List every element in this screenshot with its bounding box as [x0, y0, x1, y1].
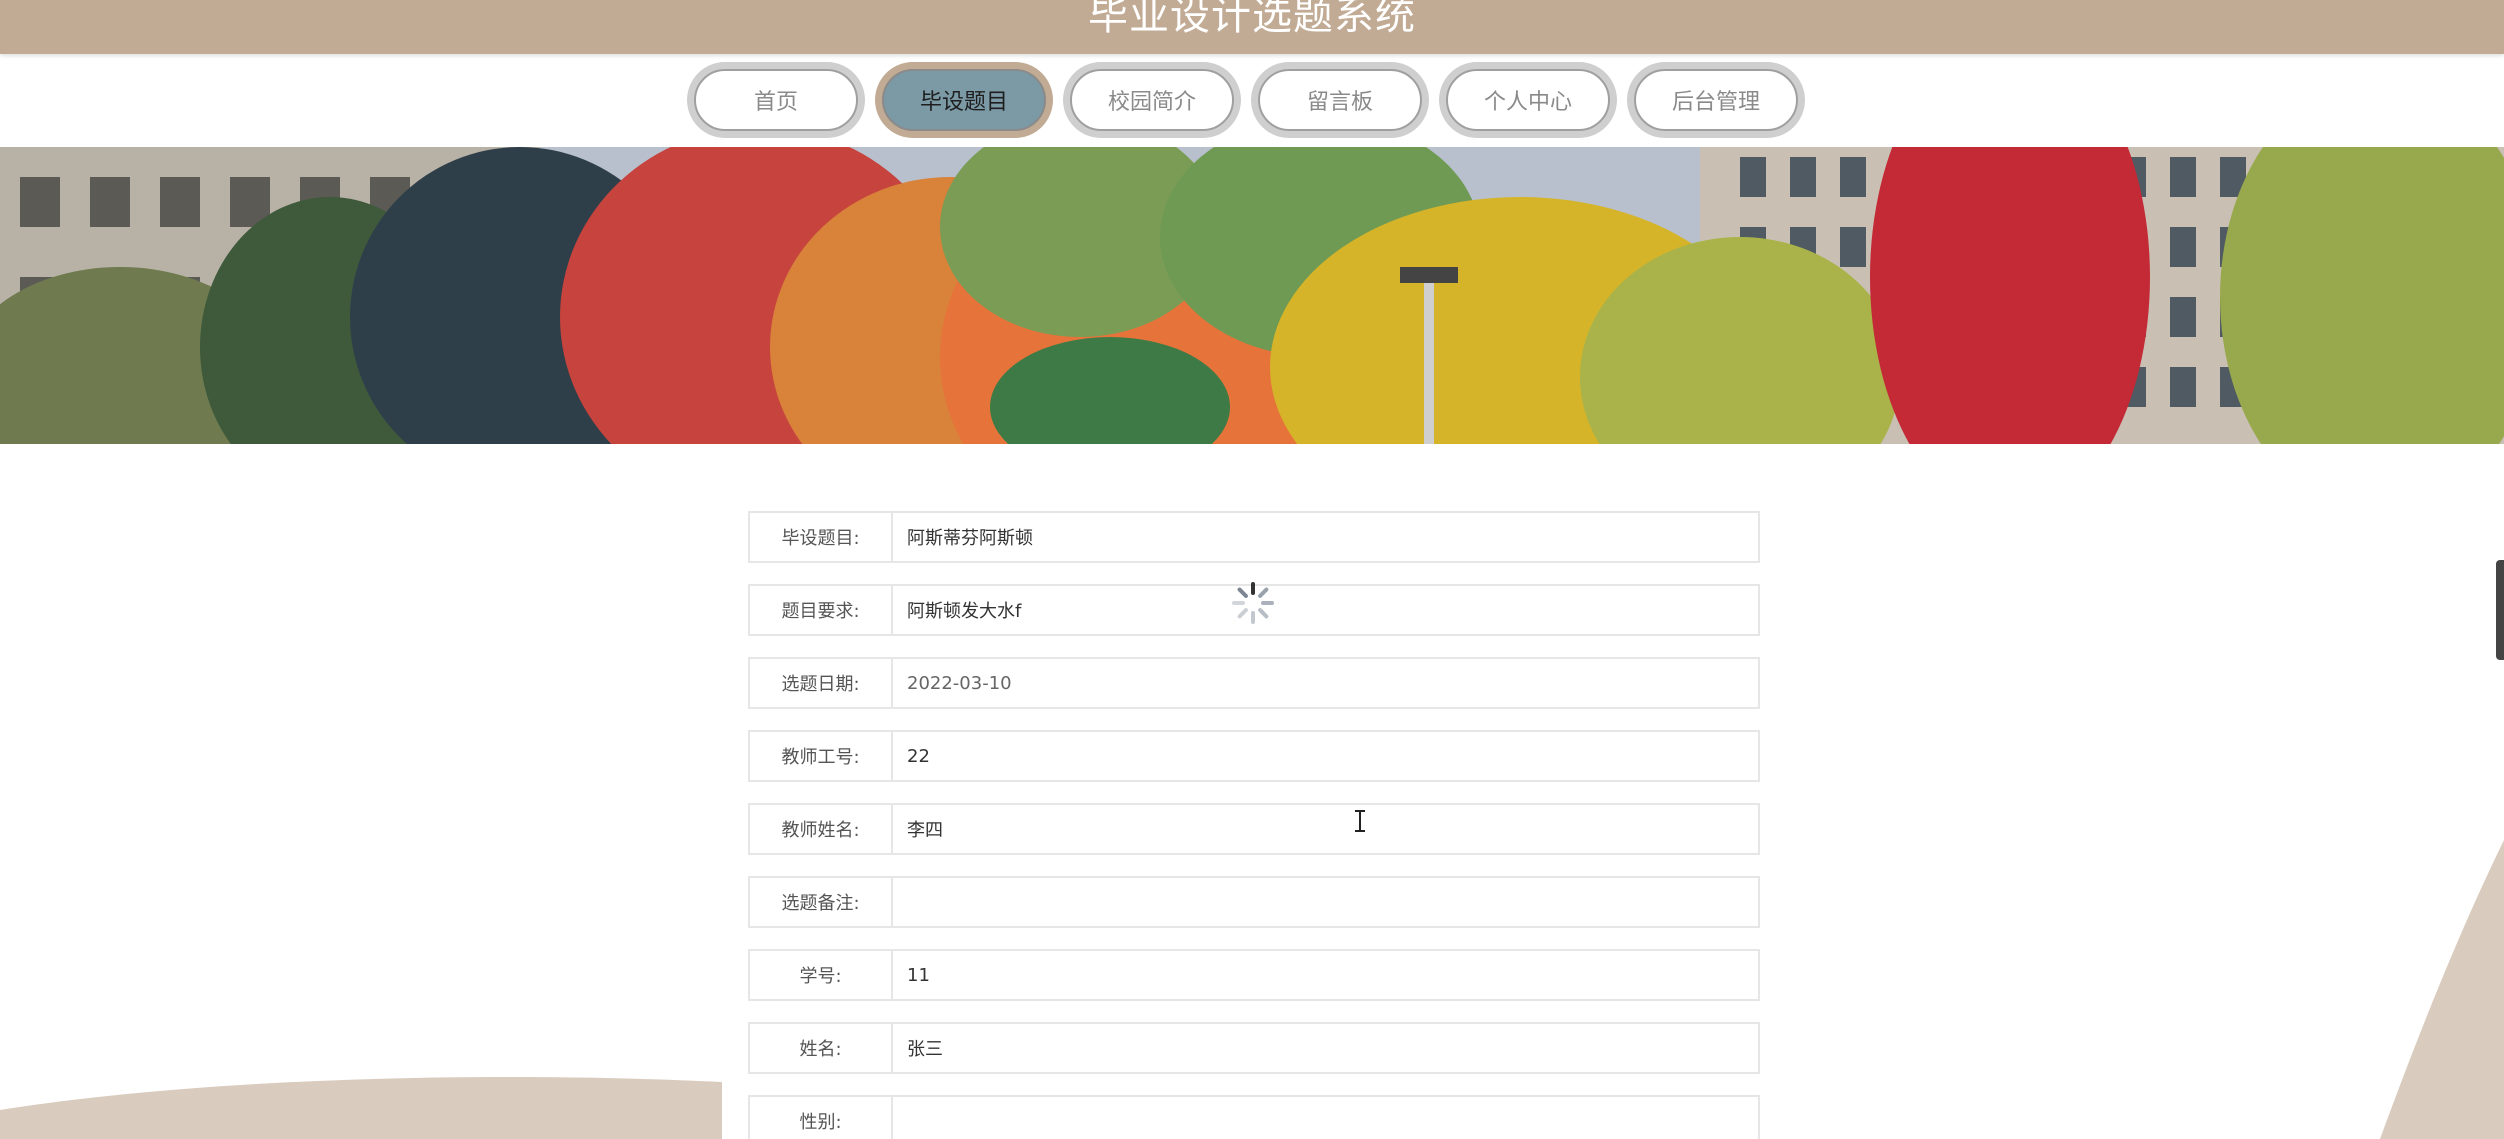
teacher-id-field[interactable]: 22	[893, 730, 1760, 782]
nav-item-label: 个人中心	[1446, 69, 1610, 131]
nav-item-label: 后台管理	[1634, 69, 1798, 131]
nav-item-admin[interactable]: 后台管理	[1627, 62, 1805, 138]
student-name-field[interactable]: 张三	[893, 1022, 1760, 1074]
field-label: 学号:	[748, 949, 893, 1001]
site-title: 毕业设计选题系统	[1088, 0, 1416, 39]
nav-item-personal-center[interactable]: 个人中心	[1439, 62, 1617, 138]
page: 毕业设计选题系统 首页 毕设题目 校园简介 留言板 个人中心 后台管理 毕设题目…	[0, 0, 2504, 1139]
campus-banner-illustration	[0, 147, 2504, 444]
nav-item-home[interactable]: 首页	[687, 62, 865, 138]
teacher-name-field[interactable]: 李四	[893, 803, 1760, 855]
form-row-date: 选题日期: 2022-03-10	[748, 657, 1760, 709]
field-label: 选题日期:	[748, 657, 893, 709]
loading-spinner-icon	[1232, 582, 1274, 624]
form-row-teacher-id: 教师工号: 22	[748, 730, 1760, 782]
topic-requirements-field[interactable]: 阿斯顿发大水f	[893, 584, 1760, 636]
field-label: 选题备注:	[748, 876, 893, 928]
main-nav: 首页 毕设题目 校园简介 留言板 个人中心 后台管理	[687, 62, 1805, 138]
scrollbar-thumb[interactable]	[2496, 560, 2504, 660]
selection-remarks-field[interactable]	[893, 876, 1760, 928]
nav-item-label: 首页	[694, 69, 858, 131]
student-id-field[interactable]: 11	[893, 949, 1760, 1001]
gender-field[interactable]	[893, 1095, 1760, 1139]
form-row-teacher-name: 教师姓名: 李四	[748, 803, 1760, 855]
field-label: 教师姓名:	[748, 803, 893, 855]
nav-item-campus-intro[interactable]: 校园简介	[1063, 62, 1241, 138]
selection-date-field[interactable]: 2022-03-10	[893, 657, 1760, 709]
text-cursor-icon	[1355, 810, 1365, 832]
field-label: 性别:	[748, 1095, 893, 1139]
field-label: 教师工号:	[748, 730, 893, 782]
field-label: 毕设题目:	[748, 511, 893, 563]
field-label: 姓名:	[748, 1022, 893, 1074]
header-bar: 毕业设计选题系统	[0, 0, 2504, 54]
field-label: 题目要求:	[748, 584, 893, 636]
form-row-remarks: 选题备注:	[748, 876, 1760, 928]
form-row-gender: 性别:	[748, 1095, 1760, 1139]
topic-title-field[interactable]: 阿斯蒂芬阿斯顿	[893, 511, 1760, 563]
form-row-student-name: 姓名: 张三	[748, 1022, 1760, 1074]
nav-item-label: 毕设题目	[882, 69, 1046, 131]
nav-item-label: 校园简介	[1070, 69, 1234, 131]
nav-item-label: 留言板	[1258, 69, 1422, 131]
campus-banner	[0, 147, 2504, 444]
form-row-topic: 毕设题目: 阿斯蒂芬阿斯顿	[748, 511, 1760, 563]
nav-item-topics[interactable]: 毕设题目	[875, 62, 1053, 138]
nav-item-message-board[interactable]: 留言板	[1251, 62, 1429, 138]
form-row-student-id: 学号: 11	[748, 949, 1760, 1001]
